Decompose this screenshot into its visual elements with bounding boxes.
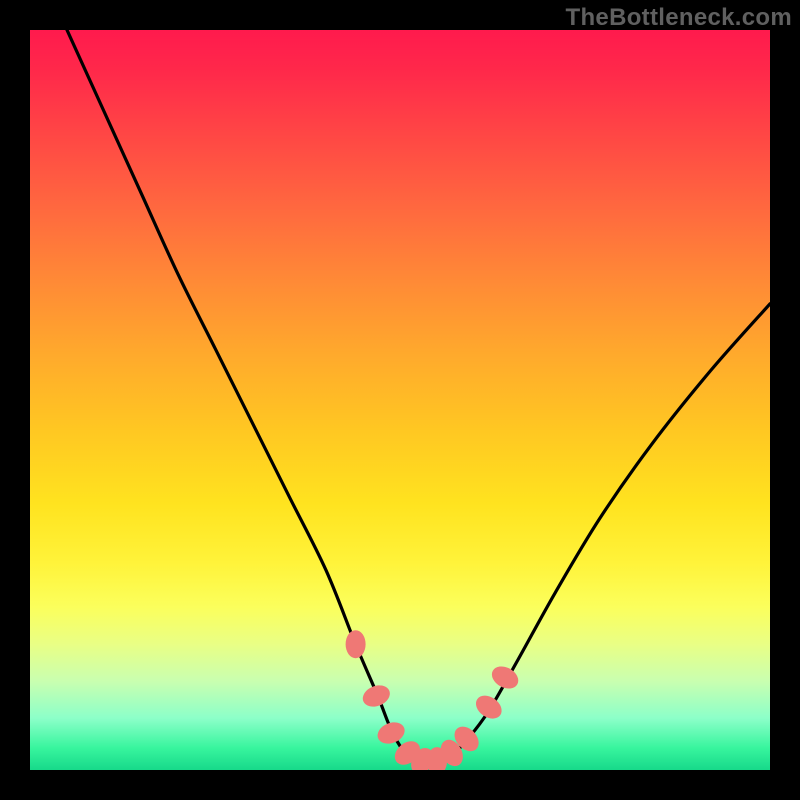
curve-markers: [346, 630, 523, 770]
curve-marker: [472, 691, 506, 723]
curve-marker: [374, 719, 407, 748]
watermark-text: TheBottleneck.com: [566, 4, 792, 32]
plot-area: [30, 30, 770, 770]
curve-marker: [346, 630, 366, 658]
chart-overlay: [30, 30, 770, 770]
chart-frame: TheBottleneck.com: [0, 0, 800, 800]
bottleneck-curve: [67, 30, 770, 764]
curve-marker: [488, 662, 522, 693]
curve-marker: [360, 682, 393, 711]
